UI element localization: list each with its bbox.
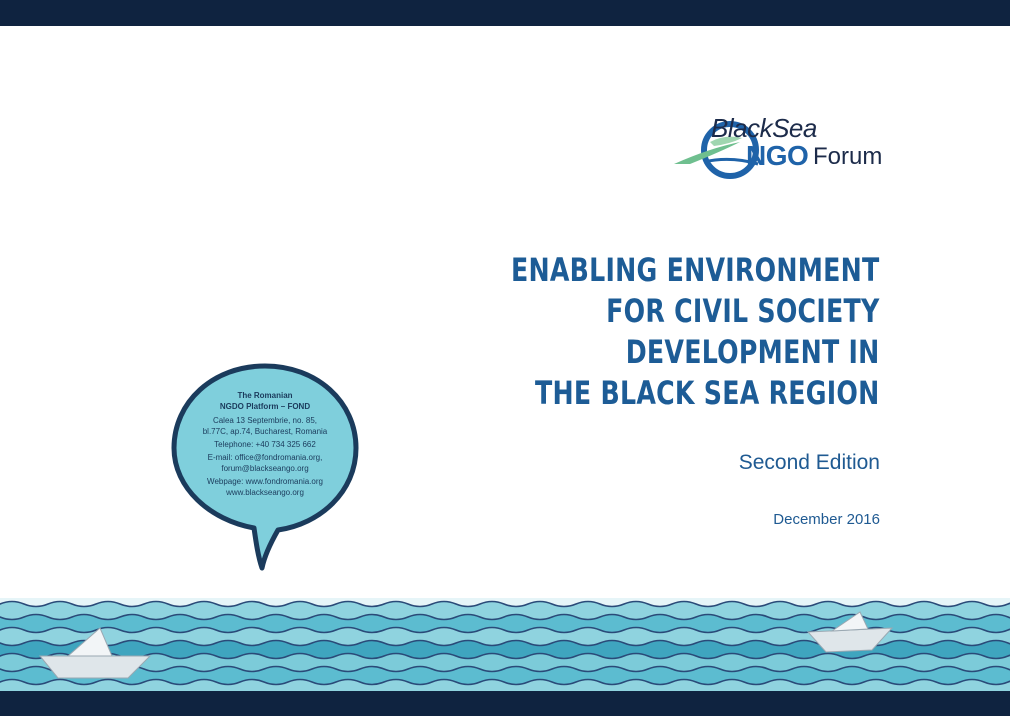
- contact-telephone: Telephone: +40 734 325 662: [214, 440, 316, 449]
- title-line-1: ENABLING ENVIRONMENT: [511, 251, 880, 289]
- contact-details: The Romanian NGDO Platform – FOND Calea …: [176, 390, 354, 498]
- logo: BlackSea NGO Forum: [670, 104, 895, 184]
- contact-speech-bubble: The Romanian NGDO Platform – FOND Calea …: [170, 362, 360, 572]
- contact-address-line-1: Calea 13 Septembrie, no. 85,: [212, 416, 318, 425]
- contact-web-line-2: www.blackseango.org: [226, 488, 304, 497]
- publication-date: December 2016: [773, 511, 880, 528]
- title-line-2: FOR CIVIL SOCIETY: [606, 292, 880, 330]
- contact-address-line-2: bl.77C, ap.74, Bucharest, Romania: [202, 427, 328, 436]
- logo-forum-text: Forum: [813, 143, 883, 170]
- contact-web-line-1: Webpage: www.fondromania.org: [207, 477, 323, 486]
- title-line-4: THE BLACK SEA REGION: [535, 374, 880, 412]
- bottom-bar: [0, 691, 1010, 716]
- title-line-3: DEVELOPMENT IN: [626, 333, 880, 371]
- contact-org-line-1: The Romanian: [237, 391, 293, 400]
- contact-email-line-1: E-mail: office@fondromania.org,: [207, 453, 323, 462]
- contact-email-line-2: forum@blackseango.org: [221, 464, 309, 473]
- document-title: ENABLING ENVIRONMENT FOR CIVIL SOCIETY D…: [511, 250, 880, 414]
- logo-blacksea-text: BlackSea: [711, 113, 817, 143]
- edition-label: Second Edition: [738, 451, 880, 474]
- contact-org-line-2: NGDO Platform – FOND: [219, 402, 311, 411]
- sea-waves-band: [0, 598, 1010, 691]
- logo-ngo-text: NGO: [746, 140, 809, 171]
- top-bar: [0, 0, 1010, 26]
